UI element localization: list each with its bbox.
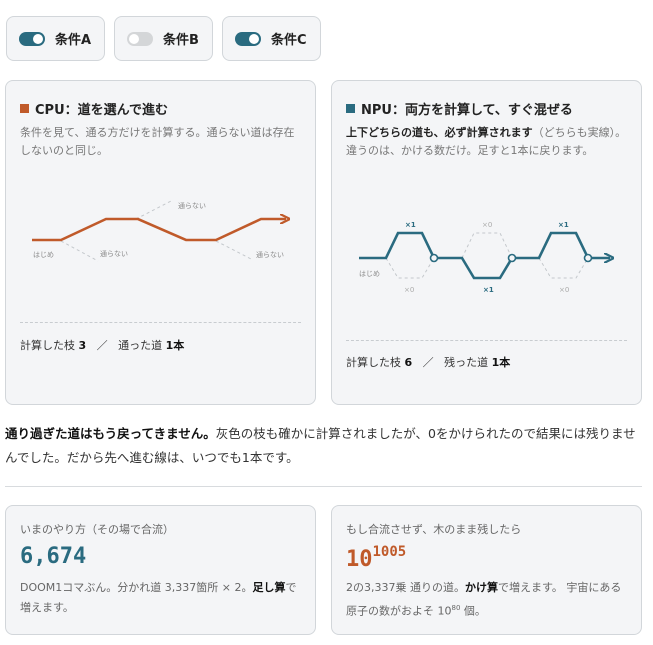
npu-weight-zero: ×0 (482, 221, 492, 229)
cpu-card: CPU：道を選んで進む 条件を見て、通る方だけを計算する。通らない道は存在しない… (5, 80, 316, 405)
switch-on-icon (235, 31, 261, 46)
cpu-card-desc: 条件を見て、通る方だけを計算する。通らない道は存在しないのと同じ。 (20, 126, 295, 157)
toggle-condition-c[interactable]: 条件C (222, 16, 321, 61)
current-method-card: いまのやり方（その場で合流） 6,674 DOOM1コマぶん。分かれ道 3,33… (5, 505, 316, 635)
cpu-skip-branch (60, 240, 99, 262)
npu-weight-zero: ×0 (559, 286, 569, 294)
current-method-desc: DOOM1コマぶん。分かれ道 3,337箇所 × 2。足し算で増えます。 (20, 581, 297, 614)
section-divider (5, 486, 642, 487)
cpu-stats: 計算した枝 3 ／ 通った道 1本 (20, 339, 185, 352)
cpu-skip-branch (215, 240, 252, 260)
npu-weight-one: ×1 (558, 221, 569, 229)
cpu-square-icon (20, 104, 29, 113)
npu-weight-one: ×1 (405, 221, 416, 229)
switch-on-icon (19, 31, 45, 46)
tree-method-value: 101005 (346, 544, 407, 572)
npu-card: NPU：両方を計算して、すぐ混ぜる 上下どちらの道も、必ず計算されます（どちらも… (331, 80, 642, 405)
npu-square-icon (346, 104, 355, 113)
cpu-taken-path (32, 219, 286, 242)
npu-start-label: はじめ (359, 270, 380, 278)
cpu-separator (20, 322, 301, 323)
npu-separator (346, 340, 627, 341)
npu-zero-branch (385, 257, 435, 279)
npu-zero-branch (461, 232, 513, 259)
npu-card-desc: 上下どちらの道も、必ず計算されます（どちらも実線）。違うのは、かける数だけ。足す… (346, 126, 627, 157)
condition-toggles: 条件A 条件B 条件C (6, 16, 321, 61)
npu-taken-path (359, 231, 610, 280)
npu-zero-branch (538, 257, 589, 279)
current-method-label: いまのやり方（その場で合流） (20, 523, 174, 536)
npu-card-title: NPU：両方を計算して、すぐ混ぜる (346, 99, 573, 118)
cpu-skip-branch (135, 200, 172, 220)
tree-method-desc: 2の3,337乗 通りの道。かけ算で増えます。 宇宙にある原子の数がおよそ 10… (346, 581, 622, 618)
npu-merge-node (507, 253, 517, 263)
cpu-skip-label: 通らない (178, 201, 206, 210)
npu-merge-node (429, 253, 439, 263)
toggle-condition-b[interactable]: 条件B (114, 16, 213, 61)
cpu-skip-label: 通らない (100, 249, 128, 258)
cpu-start-label: はじめ (33, 251, 54, 259)
npu-merge-node (583, 253, 593, 263)
npu-path-diagram: はじめ ×1 ×0 ×0 ×1 ×1 ×0 (359, 221, 643, 294)
cpu-skip-label: 通らない (256, 250, 284, 259)
npu-weight-zero: ×0 (404, 286, 414, 294)
explanation-note: 通り過ぎた道はもう戻ってきません。灰色の枝も確かに計算されましたが、0をかけられ… (5, 426, 636, 465)
npu-weight-one: ×1 (483, 286, 494, 294)
cpu-card-title: CPU：道を選んで進む (20, 99, 168, 118)
npu-stats: 計算した枝 6 ／ 残った道 1本 (346, 356, 511, 369)
toggle-label: 条件A (55, 33, 92, 48)
toggle-label: 条件C (271, 33, 307, 48)
tree-method-card: もし合流させず、木のまま残したら 101005 2の3,337乗 通りの道。かけ… (331, 505, 642, 635)
current-method-value: 6,674 (20, 544, 87, 569)
tree-method-label: もし合流させず、木のまま残したら (346, 523, 522, 536)
cpu-path-diagram: はじめ 通らない 通らない 通らない (32, 200, 317, 262)
toggle-label: 条件B (163, 33, 199, 48)
switch-off-icon (127, 31, 153, 46)
toggle-condition-a[interactable]: 条件A (6, 16, 105, 61)
